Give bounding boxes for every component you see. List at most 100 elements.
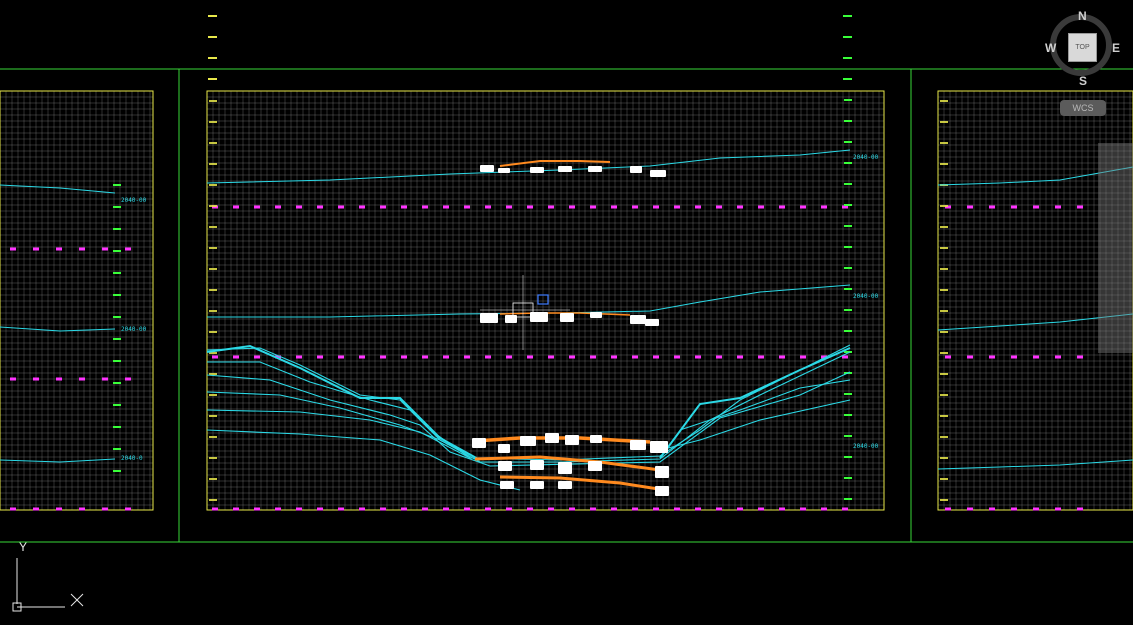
west-label[interactable]: W xyxy=(1045,41,1056,55)
annotation-blob xyxy=(472,438,486,448)
annotation-blob xyxy=(650,170,666,177)
elevation-tick xyxy=(209,226,217,228)
elevation-tick xyxy=(209,415,217,417)
elevation-tick xyxy=(844,120,852,122)
datum-marker xyxy=(590,355,596,359)
datum-marker xyxy=(779,205,785,209)
datum-marker xyxy=(254,507,260,511)
navigation-bar[interactable] xyxy=(1098,143,1133,353)
datum-marker xyxy=(212,355,218,359)
datum-marker xyxy=(800,355,806,359)
datum-marker xyxy=(125,247,131,251)
datum-marker xyxy=(56,377,62,381)
station-label: 2040-00 xyxy=(853,443,879,450)
annotation-blob xyxy=(480,165,494,172)
datum-marker xyxy=(33,507,39,511)
east-label[interactable]: E xyxy=(1112,41,1120,55)
datum-marker xyxy=(1033,205,1039,209)
datum-marker xyxy=(464,205,470,209)
elevation-tick xyxy=(844,183,852,185)
elevation-tick xyxy=(208,36,217,38)
datum-marker xyxy=(338,507,344,511)
annotation-blob xyxy=(650,441,668,453)
annotation-blob xyxy=(480,313,498,323)
datum-marker xyxy=(485,205,491,209)
ground-line xyxy=(937,459,1133,470)
datum-marker xyxy=(695,355,701,359)
elevation-tick xyxy=(113,206,121,208)
elevation-tick xyxy=(113,228,121,230)
elevation-tick xyxy=(940,415,948,417)
drawing-canvas[interactable]: 2040-00 2040-00 2040-0 2040-00 2040-00 2040-0… xyxy=(0,0,1133,625)
south-label[interactable]: S xyxy=(1079,74,1087,88)
elevation-tick xyxy=(209,268,217,270)
datum-marker xyxy=(674,355,680,359)
datum-marker xyxy=(359,205,365,209)
annotation-blob xyxy=(530,167,544,173)
elevation-tick xyxy=(940,373,948,375)
elevation-tick xyxy=(113,338,121,340)
datum-marker xyxy=(443,355,449,359)
datum-marker xyxy=(716,355,722,359)
datum-marker xyxy=(33,377,39,381)
datum-marker xyxy=(79,247,85,251)
wcs-menu-button[interactable]: WCS xyxy=(1060,100,1106,116)
viewcube-top-face[interactable]: TOP xyxy=(1068,33,1097,62)
annotation-blob xyxy=(500,481,514,489)
datum-marker xyxy=(233,205,239,209)
datum-marker xyxy=(821,205,827,209)
datum-marker xyxy=(422,507,428,511)
grid-panel-left xyxy=(0,90,154,511)
datum-marker xyxy=(737,355,743,359)
annotation-blob xyxy=(630,440,646,450)
elevation-tick xyxy=(940,226,948,228)
datum-marker xyxy=(989,507,995,511)
datum-marker xyxy=(569,205,575,209)
datum-marker xyxy=(1055,355,1061,359)
north-label[interactable]: N xyxy=(1078,9,1087,23)
station-label: 2040-00 xyxy=(121,197,147,204)
datum-marker xyxy=(1077,507,1083,511)
annotation-blob xyxy=(645,319,659,326)
elevation-tick xyxy=(940,100,948,102)
elevation-tick xyxy=(844,225,852,227)
annotation-blob xyxy=(558,462,572,474)
datum-marker xyxy=(443,205,449,209)
datum-marker xyxy=(590,205,596,209)
ground-line xyxy=(0,326,116,332)
datum-marker xyxy=(758,205,764,209)
elevation-tick xyxy=(940,457,948,459)
datum-marker xyxy=(10,507,16,511)
elevation-tick xyxy=(113,426,121,428)
datum-marker xyxy=(967,355,973,359)
elevation-tick xyxy=(209,499,217,501)
datum-marker xyxy=(506,355,512,359)
datum-marker xyxy=(527,507,533,511)
annotation-blob xyxy=(655,486,669,496)
datum-marker xyxy=(967,205,973,209)
viewcube[interactable]: N S E W TOP xyxy=(1045,8,1122,90)
elevation-tick xyxy=(113,250,121,252)
elevation-tick xyxy=(844,288,852,290)
annotation-blob xyxy=(655,466,669,478)
datum-marker xyxy=(1033,507,1039,511)
elevation-tick xyxy=(113,184,121,186)
elevation-tick xyxy=(209,247,217,249)
datum-marker xyxy=(1055,205,1061,209)
annotation-blob xyxy=(530,460,544,470)
datum-marker xyxy=(359,355,365,359)
station-label: 2040-00 xyxy=(121,326,147,333)
datum-marker xyxy=(569,355,575,359)
datum-marker xyxy=(317,205,323,209)
datum-marker xyxy=(233,507,239,511)
elevation-tick xyxy=(208,57,217,59)
datum-marker xyxy=(79,377,85,381)
datum-marker xyxy=(989,355,995,359)
datum-marker xyxy=(945,355,951,359)
datum-marker xyxy=(464,507,470,511)
datum-marker xyxy=(800,507,806,511)
elevation-tick xyxy=(843,36,852,38)
datum-marker xyxy=(737,205,743,209)
station-label: 2040-00 xyxy=(853,293,879,300)
datum-marker xyxy=(632,205,638,209)
